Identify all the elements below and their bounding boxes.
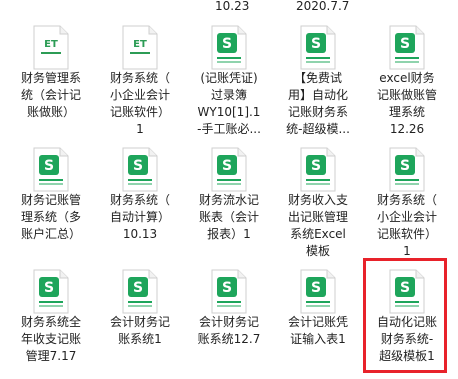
svg-text:S: S [133, 280, 143, 296]
spreadsheet-file-icon: S [211, 147, 247, 192]
file-item[interactable]: S 财务收入支 出记账管理 系统Excel 模板 [275, 136, 361, 258]
spreadsheet-file-icon: S [211, 269, 247, 314]
file-name: 【免费试 用】自动化 记账财务系 统-超级模... [286, 71, 350, 136]
file-item[interactable]: S 会计财务记 账系统1 [97, 258, 183, 378]
file-item[interactable]: S 财务系统（ 自动计算） 10.13 [97, 136, 183, 256]
file-name: 财务系统（ 自动计算） 10.13 [109, 193, 170, 241]
file-name: 会计记账凭 证输入表1 [287, 315, 348, 346]
file-name-fragment: 2020.7.7 [296, 0, 350, 13]
spreadsheet-file-icon: S [33, 269, 69, 314]
spreadsheet-file-icon: S [122, 147, 158, 192]
svg-text:S: S [44, 280, 54, 296]
file-name: 财务管理系 统（会计记 账做账） [20, 71, 81, 119]
file-name: 财务系统全 年收支记账 管理7.17 [20, 315, 81, 363]
svg-text:S: S [222, 158, 232, 174]
file-item[interactable]: ET 财务系统（ 小企业会计 记账软件） 1 [97, 14, 183, 136]
spreadsheet-file-icon: S [300, 147, 336, 192]
et-file-icon: ET [33, 25, 69, 70]
svg-text:ET: ET [44, 39, 58, 50]
spreadsheet-file-icon: S [300, 25, 336, 70]
file-item[interactable]: S (记账凭证) 过录簿 WY10[1].1 -手工账必... [186, 14, 272, 136]
file-item[interactable]: S 【免费试 用】自动化 记账财务系 统-超级模... [275, 14, 361, 136]
svg-text:ET: ET [133, 39, 147, 50]
et-file-icon: ET [122, 25, 158, 70]
file-name: 会计财务记 账系统12.7 [197, 315, 261, 346]
file-name: 会计财务记 账系统1 [109, 315, 170, 346]
file-item[interactable]: S 财务流水记 账表（会计 报表）1 [186, 136, 272, 256]
file-name: excel财务 记账做账管 理系统 12.26 [376, 71, 437, 136]
svg-text:S: S [311, 158, 321, 174]
file-item[interactable]: S 会计记账凭 证输入表1 [275, 258, 361, 378]
svg-text:S: S [400, 158, 410, 174]
svg-text:S: S [222, 36, 232, 52]
spreadsheet-file-icon: S [33, 147, 69, 192]
file-item[interactable]: S 财务系统全 年收支记账 管理7.17 [8, 258, 94, 378]
selection-highlight-box [363, 258, 447, 373]
spreadsheet-file-icon: S [300, 269, 336, 314]
partial-previous-row: 10.23 2020.7.7 [0, 0, 458, 14]
spreadsheet-file-icon: S [389, 147, 425, 192]
svg-text:S: S [311, 280, 321, 296]
file-name: 财务记账管 理系统（多 账户汇总） [20, 193, 81, 241]
file-name-fragment: 10.23 [215, 0, 250, 13]
file-item[interactable]: ET 财务管理系 统（会计记 账做账） [8, 14, 94, 134]
spreadsheet-file-icon: S [389, 25, 425, 70]
svg-text:S: S [133, 158, 143, 174]
file-item[interactable]: S excel财务 记账做账管 理系统 12.26 [364, 14, 450, 136]
spreadsheet-file-icon: S [211, 25, 247, 70]
svg-text:S: S [222, 280, 232, 296]
file-name: 财务流水记 账表（会计 报表）1 [198, 193, 259, 241]
spreadsheet-file-icon: S [122, 269, 158, 314]
svg-text:S: S [311, 36, 321, 52]
file-name: 财务系统（ 小企业会计 记账软件） 1 [376, 193, 437, 258]
svg-text:S: S [44, 158, 54, 174]
file-name: 财务收入支 出记账管理 系统Excel 模板 [287, 193, 348, 258]
svg-text:S: S [400, 36, 410, 52]
file-name: (记账凭证) 过录簿 WY10[1].1 -手工账必... [197, 71, 261, 136]
file-item[interactable]: S 财务记账管 理系统（多 账户汇总） [8, 136, 94, 256]
file-name: 财务系统（ 小企业会计 记账软件） 1 [109, 71, 170, 136]
file-item[interactable]: S 会计财务记 账系统12.7 [186, 258, 272, 378]
file-item[interactable]: S 财务系统（ 小企业会计 记账软件） 1 [364, 136, 450, 258]
